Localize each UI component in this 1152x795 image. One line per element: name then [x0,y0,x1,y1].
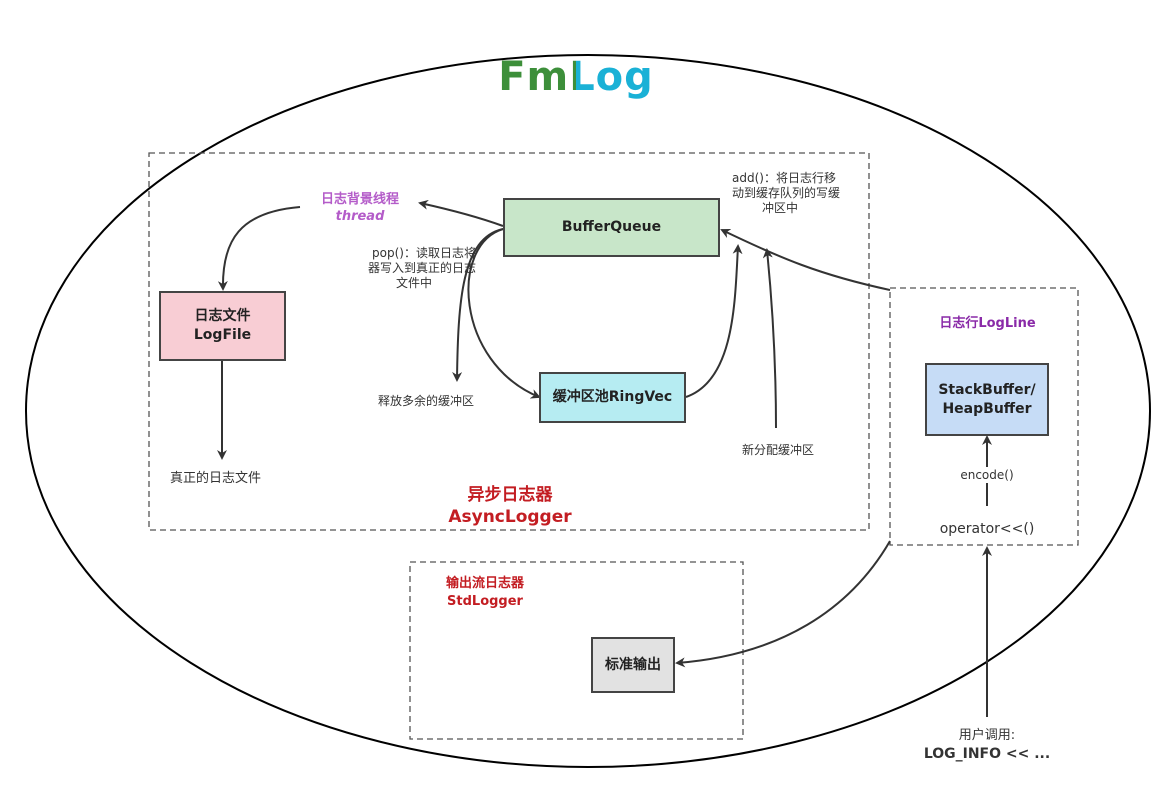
stack-buffer-box: StackBuffer/ HeapBuffer [925,363,1049,436]
add-annotation: add()：将日志行移 动到缓存队列的写缓 冲区中 [732,171,862,216]
ring-vec-box: 缓冲区池RingVec [539,372,686,423]
buffer-queue-label: BufferQueue [561,219,662,235]
arrow-thread-to-logfile [217,206,301,291]
log-file-label-cn: 日志文件 [194,308,251,324]
log-line-label: 日志行LogLine [939,316,1036,331]
add-annotation-line3: 冲区中 [762,201,799,215]
encode-label: encode() [937,467,1037,483]
thread-label-en: thread [335,209,385,224]
arrow-logline-to-stdout [675,540,891,668]
operator-label: operator<<() [939,521,1035,537]
diagram-title: FmLog [0,52,1152,102]
async-logger-label-cn: 异步日志器 [467,485,553,505]
std-logger-label-en: StdLogger [447,594,523,609]
arrow-queue-to-thread [418,199,504,227]
pop-annotation-line3: 文件中 [395,276,432,290]
thread-label-cn: 日志背景线程 [320,192,399,207]
arrow-logline-to-queue [720,228,891,291]
arrow-newalloc-to-queue [762,248,777,429]
log-file-label-en: LogFile [193,327,252,343]
pop-annotation-line1: pop()：读取日志将 [372,246,476,260]
stack-buffer-label-b: HeapBuffer [942,400,1032,417]
async-logger-label: 异步日志器 AsyncLogger [400,484,620,528]
log-file-box: 日志文件 LogFile [159,291,286,361]
user-call-label: 用户调用: LOG_INFO << ... [912,726,1062,764]
std-logger-label-cn: 输出流日志器 [445,576,524,591]
std-output-label: 标准输出 [605,656,661,673]
std-logger-label: 输出流日志器 StdLogger [410,575,560,611]
stack-buffer-label-a: StackBuffer/ [938,381,1036,398]
buffer-queue-box: BufferQueue [503,198,720,257]
std-output-box: 标准输出 [591,637,675,693]
ring-vec-label: 缓冲区池RingVec [552,389,673,405]
new-alloc-label: 新分配缓冲区 [742,443,815,457]
pop-annotation-line2: 器写入到真正的日志 [367,261,476,275]
user-call-text: 用户调用: [958,728,1016,743]
real-log-file-label: 真正的日志文件 [170,471,262,486]
async-logger-label-en: AsyncLogger [448,507,572,527]
add-annotation-line2: 动到缓存队列的写缓 [732,186,841,200]
title-text: FmLog [498,54,654,100]
release-buffer-label: 释放多余的缓冲区 [378,394,475,408]
log-info-text: LOG_INFO << ... [923,746,1051,762]
arrow-ringvec-to-queue [685,244,743,398]
add-annotation-line1: add()：将日志行移 [732,171,836,185]
thread-label: 日志背景线程 thread [290,191,430,225]
pop-annotation: pop()：读取日志将 器写入到真正的日志 文件中 [336,246,476,291]
